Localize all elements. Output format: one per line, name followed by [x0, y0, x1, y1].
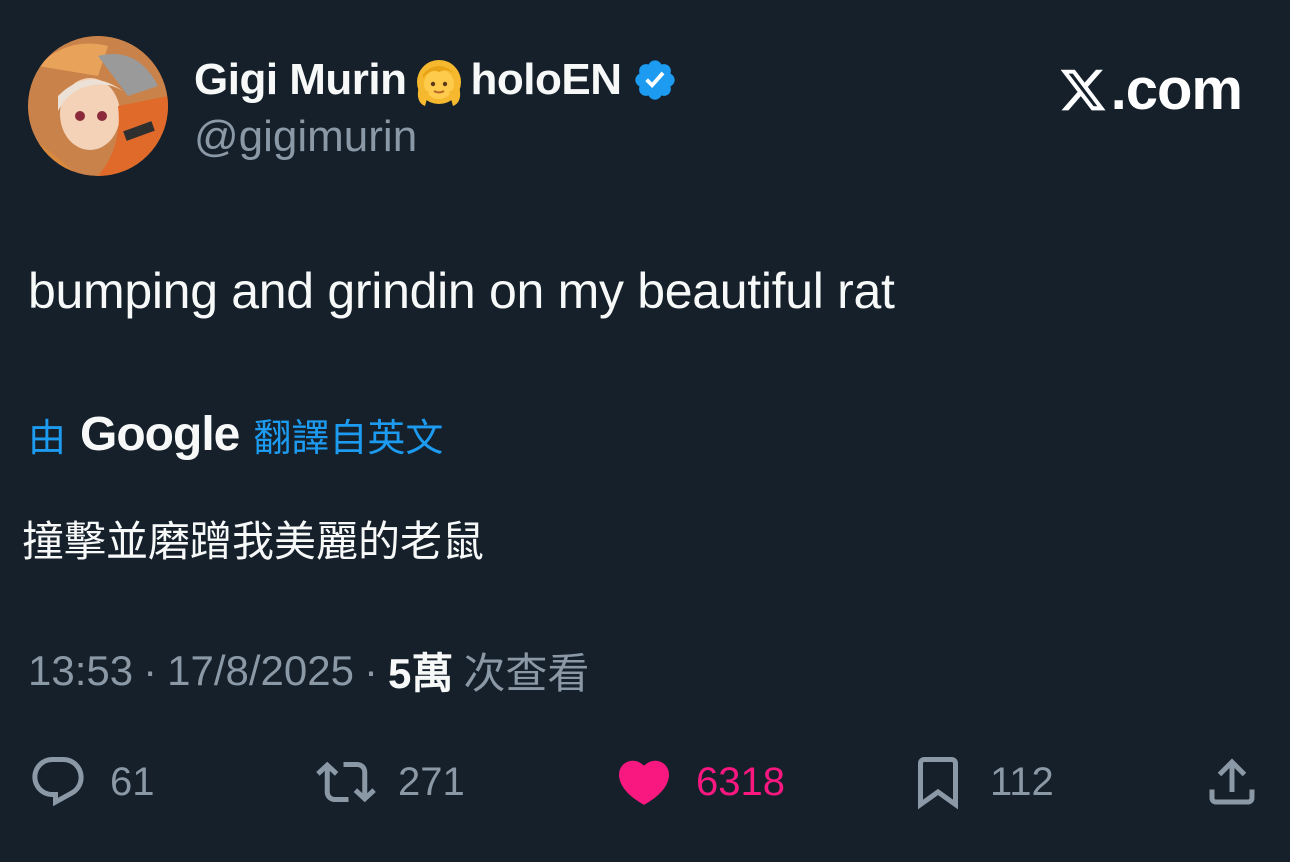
tweet-screenshot: Gigi Murin holoEN @gigimurin .com bumpin… [0, 0, 1290, 862]
tweet-time[interactable]: 13:53 [28, 647, 133, 695]
translation-prefix: 由 [28, 415, 67, 460]
author-name-suffix[interactable]: holoEN [471, 55, 622, 105]
bookmark-count: 112 [990, 759, 1054, 804]
bookmark-icon [918, 757, 958, 810]
meta-separator: · [143, 646, 158, 694]
like-count: 6318 [696, 759, 785, 804]
bookmark-button[interactable]: 112 [908, 744, 1054, 820]
author-handle[interactable]: @gigimurin [194, 112, 417, 162]
reply-count: 61 [110, 759, 155, 804]
like-button[interactable]: 6318 [614, 744, 785, 820]
avatar-image [28, 36, 168, 176]
views-count[interactable]: 5萬 [388, 640, 453, 701]
translated-tweet-text: 撞擊並磨蹭我美麗的老鼠 [22, 517, 485, 566]
share-icon [1209, 758, 1255, 805]
author-display-name[interactable]: Gigi Murin [194, 55, 407, 105]
x-com-logo: .com [1057, 56, 1243, 123]
tweet-meta: 13:53 · 17/8/2025 · 5萬 次查看 [28, 640, 589, 701]
reply-button[interactable]: 61 [28, 744, 155, 820]
google-logo: Google [80, 407, 240, 461]
reply-icon [32, 757, 84, 807]
views-label: 次查看 [463, 649, 590, 698]
heart-icon [618, 760, 670, 805]
tweet-date[interactable]: 17/8/2025 [167, 647, 354, 695]
meta-separator: · [363, 646, 378, 694]
translation-source-label[interactable]: 翻譯自英文 [253, 407, 443, 462]
repost-button[interactable]: 271 [316, 744, 465, 820]
author-name-row[interactable]: Gigi Murin holoEN [194, 54, 678, 106]
share-button[interactable] [1202, 744, 1262, 820]
x-logo-text: .com [1110, 57, 1243, 122]
tweet-actions: 61 271 6318 112 [0, 744, 1290, 820]
person-with-blond-hair-emoji-icon [416, 60, 461, 106]
x-logo-icon [1060, 69, 1106, 110]
translation-attribution[interactable]: 由 Google 翻譯自英文 [28, 404, 443, 464]
repost-icon [316, 761, 376, 803]
repost-count: 271 [398, 759, 465, 804]
avatar[interactable] [28, 36, 168, 176]
verified-badge-icon[interactable] [632, 57, 678, 103]
tweet-text: bumping and grindin on my beautiful rat [28, 263, 895, 319]
